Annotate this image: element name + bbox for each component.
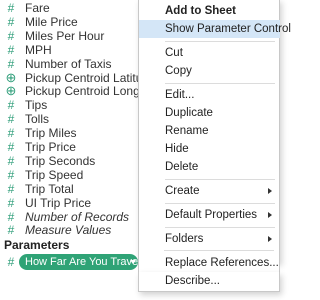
menu-item-rename[interactable]: Rename [139, 122, 280, 140]
parameter-pill-how-far[interactable]: How Far Are You Travel... [19, 254, 138, 270]
chevron-right-icon [268, 236, 272, 242]
chevron-down-icon[interactable] [130, 260, 136, 264]
menu-item-folders[interactable]: Folders [139, 230, 280, 248]
menu-separator [165, 203, 275, 204]
menu-item-label: Copy [165, 65, 192, 77]
menu-item-describe[interactable]: Describe... [138, 272, 280, 292]
menu-separator [165, 179, 275, 180]
menu-item-label: Add to Sheet [165, 5, 236, 17]
chevron-right-icon [268, 188, 272, 194]
measure-icon: # [7, 223, 15, 238]
menu-item-hide[interactable]: Hide [139, 140, 280, 158]
menu-item-label: Cut [165, 47, 183, 59]
menu-item-copy[interactable]: Copy [139, 62, 280, 80]
menu-item-duplicate[interactable]: Duplicate [139, 104, 280, 122]
menu-separator [165, 41, 275, 42]
menu-item-label: Edit... [165, 89, 195, 101]
menu-item-label: Rename [165, 125, 209, 137]
parameter-item[interactable]: # How Far Are You Travel... [0, 253, 150, 273]
parameter-label: How Far Are You Travel... [25, 256, 138, 268]
menu-item-label: Replace References... [165, 257, 279, 269]
chevron-right-icon [268, 212, 272, 218]
menu-item-edit[interactable]: Edit... [139, 86, 280, 104]
menu-separator [164, 250, 274, 251]
context-menu: Add to Sheet Show Parameter Control Cut … [138, 0, 291, 263]
menu-separator [165, 227, 275, 228]
measure-icon: # [7, 255, 15, 269]
menu-item-label: Delete [165, 161, 199, 173]
menu-item-label: Duplicate [165, 107, 213, 119]
menu-item-label: Describe... [165, 275, 220, 287]
menu-item-cut[interactable]: Cut [139, 44, 280, 62]
menu-item-label: Show Parameter Control [165, 23, 291, 35]
menu-item-label: Create [165, 185, 200, 197]
menu-item-replace-references[interactable]: Replace References... [138, 254, 280, 272]
menu-item-create[interactable]: Create [139, 182, 280, 200]
field-label: Measure Values [25, 223, 112, 238]
menu-item-show-parameter-control[interactable]: Show Parameter Control [139, 20, 291, 38]
menu-separator [165, 83, 275, 84]
menu-item-add-to-sheet[interactable]: Add to Sheet [139, 2, 280, 20]
parameters-heading: Parameters [4, 238, 70, 252]
menu-item-label: Folders [165, 233, 204, 245]
menu-item-default-properties[interactable]: Default Properties [139, 206, 280, 224]
menu-item-delete[interactable]: Delete [139, 158, 280, 176]
menu-item-label: Hide [165, 143, 189, 155]
menu-item-label: Default Properties [165, 209, 258, 221]
